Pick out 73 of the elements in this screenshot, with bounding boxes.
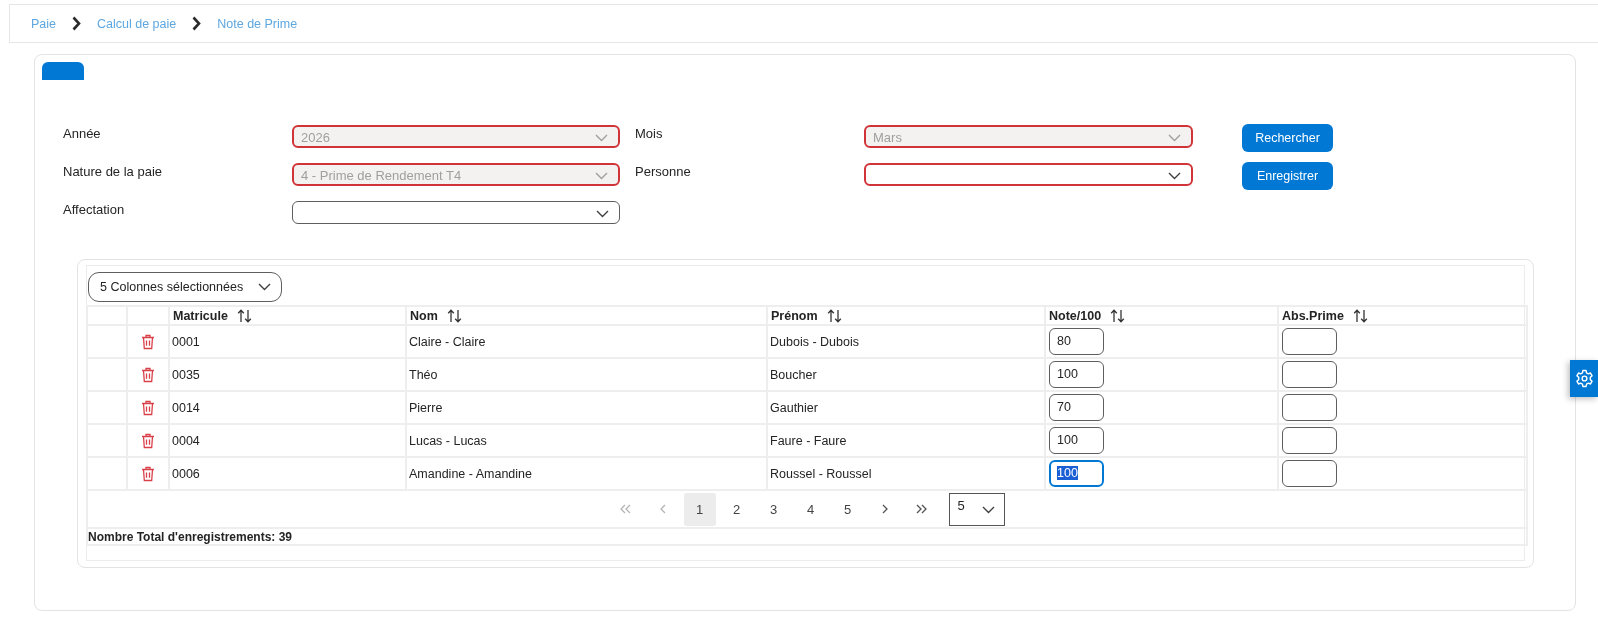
table-cell: 0004 xyxy=(169,424,406,457)
table-cell: Faure - Faure xyxy=(767,424,1045,457)
input-field[interactable] xyxy=(1282,361,1337,388)
trash-icon[interactable] xyxy=(141,465,155,482)
dropdown[interactable] xyxy=(864,163,1193,186)
input-field[interactable]: 80 xyxy=(1049,328,1104,355)
table-cell: Boucher xyxy=(767,358,1045,391)
chevron-down-icon xyxy=(595,171,608,180)
table-cell: Roussel - Roussel xyxy=(767,457,1045,490)
table-cell: Dubois - Dubois xyxy=(767,325,1045,358)
action-button[interactable]: Enregistrer xyxy=(1242,162,1333,190)
input-field[interactable] xyxy=(1282,328,1337,355)
table-cell: 0001 xyxy=(169,325,406,358)
dropdown[interactable] xyxy=(292,201,620,224)
trash-icon[interactable] xyxy=(141,333,155,350)
sort-icon[interactable] xyxy=(446,308,462,323)
chevron-down-icon xyxy=(1168,133,1181,142)
trash-icon[interactable] xyxy=(141,366,155,383)
chevron-right-icon xyxy=(192,16,202,31)
sort-icon[interactable] xyxy=(1352,308,1368,323)
column-header[interactable]: Nom xyxy=(410,308,438,323)
table-cell: Claire - Claire xyxy=(406,325,767,358)
record-count: Nombre Total d'enregistrements: 39 xyxy=(88,529,292,544)
page-button[interactable]: 5 xyxy=(831,492,864,526)
input-field[interactable] xyxy=(1282,427,1337,454)
table-cell: Pierre xyxy=(406,391,767,424)
field-label: Affectation xyxy=(63,201,125,219)
page-button[interactable]: 2 xyxy=(720,492,753,526)
page-button[interactable]: 1 xyxy=(683,492,716,526)
column-header[interactable]: Abs.Prime xyxy=(1282,308,1344,323)
sort-icon[interactable] xyxy=(236,308,252,323)
input-field[interactable]: 70 xyxy=(1049,394,1104,421)
settings-icon xyxy=(1574,369,1594,388)
chevron-left-icon xyxy=(659,504,666,514)
field-label: Personne xyxy=(635,163,691,181)
input-field[interactable] xyxy=(1282,394,1337,421)
chevron-down-icon xyxy=(1168,171,1181,180)
column-picker[interactable]: 5 Colonnes sélectionnées xyxy=(88,272,282,302)
tab[interactable] xyxy=(42,62,84,80)
field-label: Mois xyxy=(635,125,663,143)
table-cell: Lucas - Lucas xyxy=(406,424,767,457)
table-cell: 0035 xyxy=(169,358,406,391)
chevron-right-icon xyxy=(881,504,888,514)
input-field[interactable]: 100 xyxy=(1049,460,1104,487)
action-button[interactable]: Rechercher xyxy=(1242,124,1333,152)
table-cell: Gauthier xyxy=(767,391,1045,424)
page-button[interactable]: 4 xyxy=(794,492,827,526)
table-cell: 0006 xyxy=(169,457,406,490)
double-chevron-right-icon xyxy=(916,504,927,514)
column-header[interactable]: Prénom xyxy=(771,308,818,323)
field-label: Nature de la paie xyxy=(63,163,162,181)
page-button[interactable]: 3 xyxy=(757,492,790,526)
column-header[interactable]: Matricule xyxy=(173,308,228,323)
settings-button[interactable] xyxy=(1570,360,1598,397)
table-cell: Théo xyxy=(406,358,767,391)
table-cell: 0014 xyxy=(169,391,406,424)
chevron-down-icon xyxy=(981,505,995,514)
page-size-select[interactable]: 5 xyxy=(948,492,1005,526)
chevron-down-icon xyxy=(595,133,608,142)
input-field[interactable]: 100 xyxy=(1049,361,1104,388)
sort-icon[interactable] xyxy=(826,308,842,323)
sort-icon[interactable] xyxy=(1110,308,1126,323)
column-header[interactable]: Note/100 xyxy=(1049,308,1102,323)
field-label: Année xyxy=(63,125,101,143)
trash-icon[interactable] xyxy=(141,399,155,416)
double-chevron-left-icon xyxy=(620,504,631,514)
chevron-down-icon xyxy=(596,209,609,218)
chevron-right-icon xyxy=(72,16,82,31)
trash-icon[interactable] xyxy=(141,432,155,449)
chevron-down-icon xyxy=(258,283,271,291)
input-field[interactable]: 100 xyxy=(1049,427,1104,454)
input-field[interactable] xyxy=(1282,460,1337,487)
table-cell: Amandine - Amandine xyxy=(406,457,767,490)
